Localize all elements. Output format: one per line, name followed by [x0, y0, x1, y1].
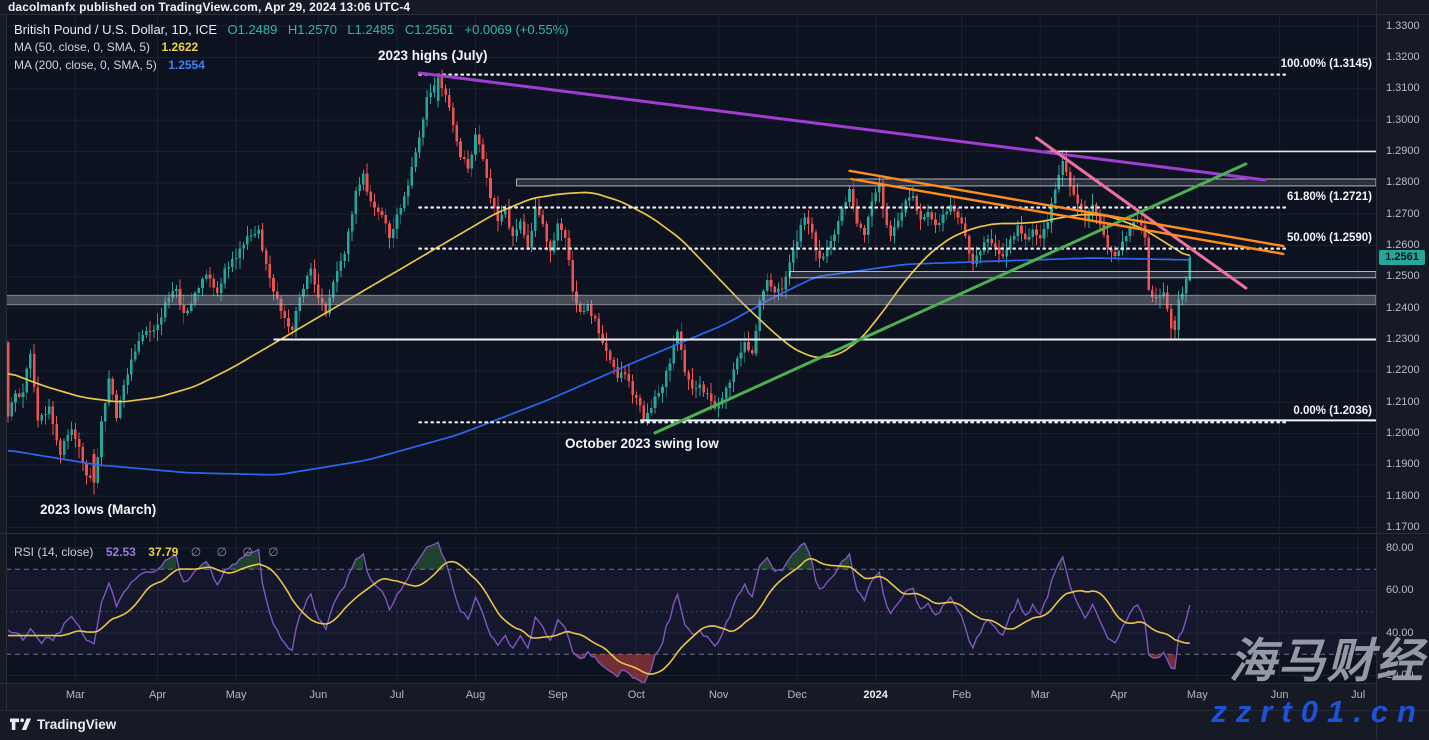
- price-tick: 1.1900: [1386, 458, 1420, 471]
- time-tick-jul: Jul: [1351, 689, 1365, 701]
- high-value: H1.2570: [288, 22, 337, 37]
- time-tick-jun: Jun: [1271, 689, 1289, 701]
- time-tick-jul: Jul: [390, 689, 404, 701]
- annotation-october-swing-low[interactable]: October 2023 swing low: [565, 436, 719, 451]
- price-tick: 1.2400: [1386, 302, 1420, 315]
- symbol-title[interactable]: British Pound / U.S. Dollar, 1D, ICE: [14, 22, 217, 37]
- time-tick-sep: Sep: [548, 689, 568, 701]
- tradingview-logo-link[interactable]: TradingView: [10, 717, 116, 732]
- rsi-tick: 60.00: [1386, 584, 1414, 597]
- price-tick: 1.3000: [1386, 114, 1420, 127]
- bottom-bar: TradingView: [0, 710, 1429, 740]
- price-tick: 1.3300: [1386, 20, 1420, 33]
- ma50-label: MA (50, close, 0, SMA, 5): [14, 40, 150, 54]
- rsi-empty-slots: ∅ ∅ ∅ ∅: [191, 545, 285, 559]
- chart-area[interactable]: [6, 14, 1376, 683]
- time-tick-jun: Jun: [310, 689, 328, 701]
- fib-level-label[interactable]: 0.00% (1.2036): [1293, 405, 1372, 417]
- time-tick-nov: Nov: [709, 689, 729, 701]
- fib-level-label[interactable]: 61.80% (1.2721): [1287, 191, 1372, 203]
- price-tick: 1.1800: [1386, 490, 1420, 503]
- last-price-badge: 1.2561: [1379, 250, 1425, 265]
- annotation-2023-lows[interactable]: 2023 lows (March): [40, 502, 156, 517]
- price-tick: 1.3200: [1386, 51, 1420, 64]
- ma50-row[interactable]: MA (50, close, 0, SMA, 5) 1.2622: [14, 38, 569, 56]
- price-tick: 1.2700: [1386, 208, 1420, 221]
- rsi-value: 52.53: [106, 545, 136, 559]
- published-bar: dacolmanfx published on TradingView.com,…: [8, 0, 410, 14]
- time-tick-mar: Mar: [66, 689, 85, 701]
- time-tick-oct: Oct: [628, 689, 645, 701]
- open-value: O1.2489: [227, 22, 277, 37]
- time-tick-dec: Dec: [787, 689, 807, 701]
- time-tick-apr: Apr: [1110, 689, 1127, 701]
- chart-top-border: [0, 14, 1429, 15]
- tradingview-logo-icon: [10, 717, 31, 732]
- time-tick-apr: Apr: [149, 689, 166, 701]
- ma200-row[interactable]: MA (200, close, 0, SMA, 5) 1.2554: [14, 56, 569, 74]
- time-axis[interactable]: Mar Apr May Jun Jul Aug Sep Oct Nov Dec 2024 Feb Mar…: [0, 683, 1376, 711]
- time-tick-may: May: [1187, 689, 1208, 701]
- price-tick: 1.2800: [1386, 176, 1420, 189]
- ma50-value: 1.2622: [162, 40, 199, 54]
- price-tick: 1.2900: [1386, 145, 1420, 158]
- change-value: +0.0069 (+0.55%): [464, 22, 568, 37]
- time-tick-mar: Mar: [1031, 689, 1050, 701]
- tradingview-logo-text: TradingView: [37, 717, 116, 732]
- ma200-value: 1.2554: [168, 58, 205, 72]
- tradingview-chart-page: { "published_bar": { "text": "dacolmanfx…: [0, 0, 1429, 739]
- time-tick-aug: Aug: [466, 689, 486, 701]
- close-value: C1.2561: [405, 22, 454, 37]
- time-tick-may: May: [226, 689, 247, 701]
- pane-separator[interactable]: [0, 533, 1429, 534]
- price-tick: 1.2500: [1386, 270, 1420, 283]
- price-tick: 1.2000: [1386, 427, 1420, 440]
- fib-level-label[interactable]: 50.00% (1.2590): [1287, 232, 1372, 244]
- rsi-ma-value: 37.79: [148, 545, 178, 559]
- price-tick: 1.2100: [1386, 396, 1420, 409]
- rsi-tick: 80.00: [1386, 542, 1414, 555]
- symbol-row[interactable]: British Pound / U.S. Dollar, 1D, ICE O1.…: [14, 21, 569, 38]
- time-tick-feb: Feb: [952, 689, 971, 701]
- price-tick: 1.2200: [1386, 364, 1420, 377]
- symbol-legend: British Pound / U.S. Dollar, 1D, ICE O1.…: [14, 21, 569, 74]
- price-tick: 1.1700: [1386, 521, 1420, 534]
- rsi-legend[interactable]: RSI (14, close) 52.53 37.79 ∅ ∅ ∅ ∅: [14, 543, 285, 561]
- published-text: dacolmanfx published on TradingView.com,…: [8, 0, 410, 14]
- rsi-tick: 20.00: [1386, 669, 1414, 682]
- price-tick: 1.3100: [1386, 82, 1420, 95]
- chart-left-border: [6, 14, 7, 710]
- price-axis[interactable]: 1.2561 1.3300 1.3200 1.3100 1.3000 1.2900 1.2…: [1376, 0, 1429, 739]
- time-tick-2024: 2024: [863, 689, 887, 701]
- price-tick: 1.2300: [1386, 333, 1420, 346]
- rsi-tick: 40.00: [1386, 627, 1414, 640]
- ma200-label: MA (200, close, 0, SMA, 5): [14, 58, 157, 72]
- fib-level-label[interactable]: 100.00% (1.3145): [1281, 58, 1372, 70]
- rsi-label: RSI (14, close): [14, 545, 93, 559]
- low-value: L1.2485: [347, 22, 394, 37]
